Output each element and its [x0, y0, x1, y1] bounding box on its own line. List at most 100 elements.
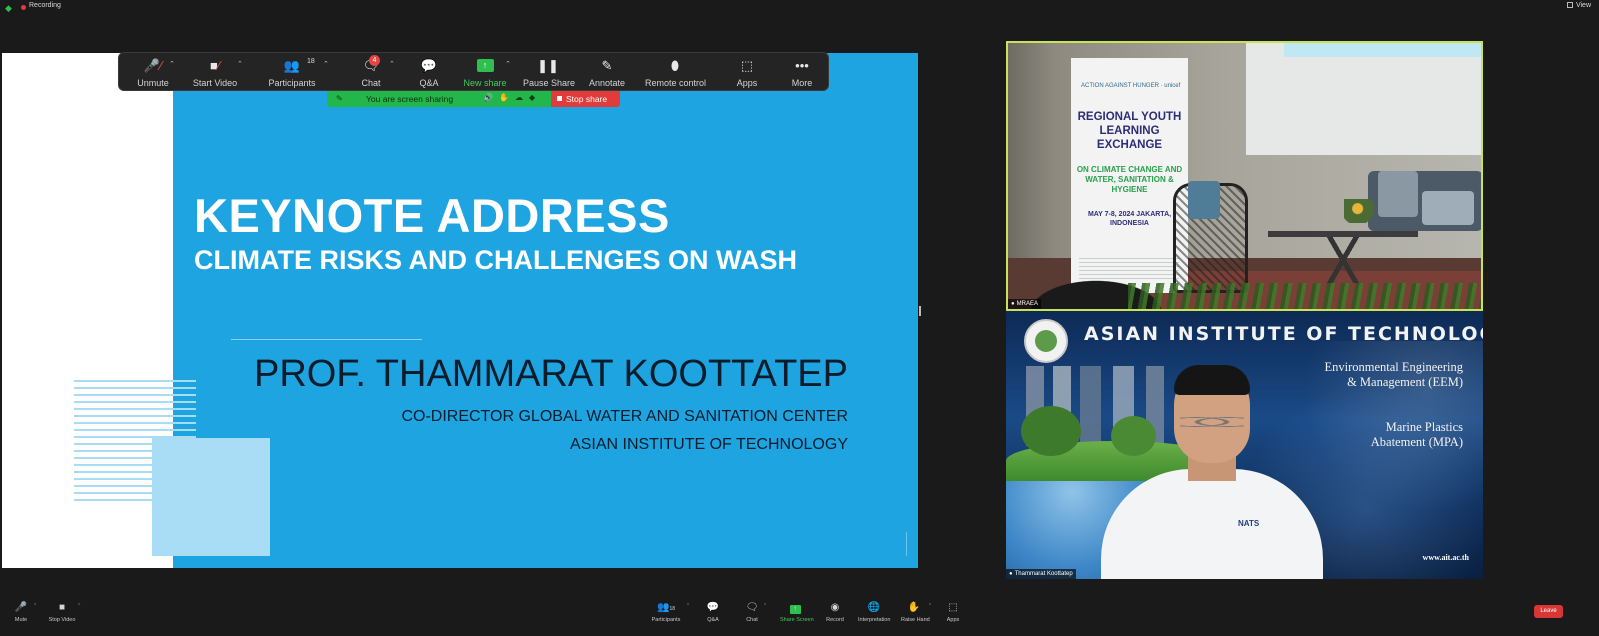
chevron-up-icon[interactable]: ⌃: [505, 60, 511, 68]
speaker-glasses: [1180, 415, 1244, 429]
participant-name: Thammarat Koottatep: [1014, 571, 1073, 577]
more-button[interactable]: ••• More: [789, 57, 815, 88]
apps-label: Apps: [946, 617, 960, 623]
participants-count: 18: [307, 58, 315, 65]
qa-button[interactable]: 💬 Q&A: [705, 602, 721, 623]
institute-title: ASIAN INSTITUTE OF TECHNOLOGY: [1084, 323, 1483, 345]
interpretation-button[interactable]: 🌐 Interpretation: [858, 602, 890, 623]
participants-label: Participants: [651, 617, 681, 623]
microphone-icon: 🎤: [14, 602, 28, 613]
participants-label: Participants: [268, 78, 316, 88]
new-share-label: New share: [463, 78, 507, 88]
remote-icon[interactable]: ✋: [499, 93, 515, 102]
view-button[interactable]: View: [1566, 2, 1591, 9]
chair-cushion: [1188, 181, 1220, 219]
record-button[interactable]: ◉ Record: [826, 602, 844, 623]
unmute-button[interactable]: 🎤∕ Unmute ⌃: [135, 57, 175, 88]
chevron-up-icon[interactable]: ⌃: [928, 603, 932, 609]
raise-hand-button[interactable]: ✋ Raise Hand ⌃: [901, 602, 932, 623]
program-mpa-line2: Abatement (MPA): [1370, 435, 1463, 449]
chevron-up-icon[interactable]: ⌃: [237, 60, 243, 68]
speaker-icon[interactable]: 🔊: [483, 93, 499, 102]
video-tile-room[interactable]: ACTION AGAINST HUNGER · unicef REGIONAL …: [1006, 41, 1483, 311]
participants-button[interactable]: 👥 18 Participants ⌃: [267, 57, 328, 88]
microphone-icon: ●: [1009, 571, 1013, 577]
participant-name: MRAEA: [1016, 301, 1038, 307]
meeting-controls-bar: 🎤 Mute ⌃ ■ Stop Video ⌃ 👥18 Participants…: [0, 596, 1599, 636]
qa-label: Q&A: [707, 617, 719, 623]
screen-sharing-bar[interactable]: ✎ You are screen sharing 🔊✋☁◆: [327, 91, 551, 107]
annotate-button[interactable]: ✎ Annotate: [587, 57, 627, 88]
shirt-logo: NATS: [1238, 519, 1260, 528]
chat-button[interactable]: 🗨 Chat ⌃: [744, 602, 768, 623]
pause-share-button[interactable]: ❚❚ Pause Share: [523, 57, 575, 88]
apps-button[interactable]: ⬚ Apps: [735, 57, 759, 88]
recording-dot-icon: [21, 5, 26, 10]
speaker-hair: [1174, 365, 1250, 395]
chevron-up-icon[interactable]: ⌃: [389, 60, 395, 68]
apps-icon: ⬚: [740, 58, 754, 73]
record-label: Record: [826, 617, 844, 623]
mouse-icon: ⬮: [670, 58, 680, 73]
shield-icon[interactable]: ◆: [529, 93, 541, 102]
sofa-cushion: [1378, 171, 1418, 217]
chevron-up-icon[interactable]: ⌃: [77, 603, 81, 609]
start-video-button[interactable]: ■∕ Start Video ⌃: [189, 57, 243, 88]
qa-icon: 💬: [706, 602, 720, 613]
sharebar-icons: 🔊✋☁◆: [483, 93, 541, 102]
raise-hand-label: Raise Hand: [901, 617, 930, 623]
shield-icon[interactable]: ◆: [5, 3, 14, 13]
slide-decorative-square: [152, 438, 270, 556]
program-eem-line2: & Management (EEM): [1347, 375, 1463, 389]
record-icon: ◉: [830, 602, 840, 613]
speaker-name: PROF. THAMMARAT KOOTTATEP: [254, 353, 848, 395]
leave-button[interactable]: Leave: [1534, 605, 1563, 618]
participant-name-tag: ● MRAEA: [1008, 299, 1041, 309]
projection-screen-content: [1284, 43, 1481, 57]
institute-url: www.ait.ac.th: [1422, 553, 1469, 562]
flower-vase: [1344, 199, 1378, 223]
grid-icon: [1566, 2, 1573, 8]
panel-resize-handle[interactable]: [919, 306, 921, 316]
chevron-up-icon[interactable]: ⌃: [33, 603, 37, 609]
microphone-icon: ●: [1011, 301, 1015, 307]
apps-icon: ⬚: [948, 602, 958, 613]
interpretation-label: Interpretation: [858, 617, 891, 623]
new-share-button[interactable]: ↑ New share ⌃: [463, 57, 511, 88]
remote-control-label: Remote control: [645, 78, 707, 88]
share-screen-label: Share Screen: [780, 617, 814, 623]
virtual-background-tree: [1021, 406, 1081, 456]
qa-button[interactable]: 💬 Q&A: [417, 57, 441, 88]
chevron-up-icon[interactable]: ⌃: [323, 60, 329, 68]
stop-video-button[interactable]: ■ Stop Video ⌃: [47, 602, 82, 623]
annotate-label: Annotate: [588, 78, 626, 88]
participants-icon: 👥18: [656, 602, 675, 613]
view-label: View: [1575, 2, 1591, 9]
top-status-bar: ◆ Recording View: [0, 0, 1599, 16]
chat-button[interactable]: 🗨 4 Chat ⌃: [359, 55, 395, 88]
share-toolbar: 🎤∕ Unmute ⌃ ■∕ Start Video ⌃ 👥 18 Partic…: [118, 52, 829, 91]
share-screen-button[interactable]: ↑ Share Screen: [780, 602, 814, 623]
chevron-up-icon[interactable]: ⌃: [686, 603, 690, 609]
projection-screen: [1246, 43, 1481, 155]
cloud-icon[interactable]: ☁: [515, 93, 529, 102]
slide-divider: [231, 339, 422, 340]
share-arrow-icon: ↑: [780, 602, 810, 614]
mute-label: Mute: [14, 617, 28, 623]
program-mpa-line1: Marine Plastics: [1385, 420, 1463, 434]
chevron-up-icon[interactable]: ⌃: [169, 60, 175, 68]
ait-seal-emblem: [1035, 330, 1057, 352]
remote-control-button[interactable]: ⬮ Remote control: [645, 57, 707, 88]
apps-label: Apps: [736, 78, 758, 88]
mute-button[interactable]: 🎤 Mute ⌃: [12, 602, 37, 623]
screen-sharing-status: You are screen sharing: [366, 94, 454, 104]
video-tile-speaker[interactable]: ASIAN INSTITUTE OF TECHNOLOGY Environmen…: [1006, 311, 1483, 579]
pin-icon[interactable]: ✎: [336, 94, 343, 103]
stop-share-button[interactable]: Stop share: [551, 91, 620, 107]
more-label: More: [791, 78, 813, 88]
stop-icon: [557, 96, 562, 101]
participants-button[interactable]: 👥18 Participants ⌃: [650, 602, 691, 623]
apps-button[interactable]: ⬚ Apps: [945, 602, 961, 623]
chevron-up-icon[interactable]: ⌃: [763, 603, 767, 609]
recording-label[interactable]: Recording: [29, 2, 61, 9]
